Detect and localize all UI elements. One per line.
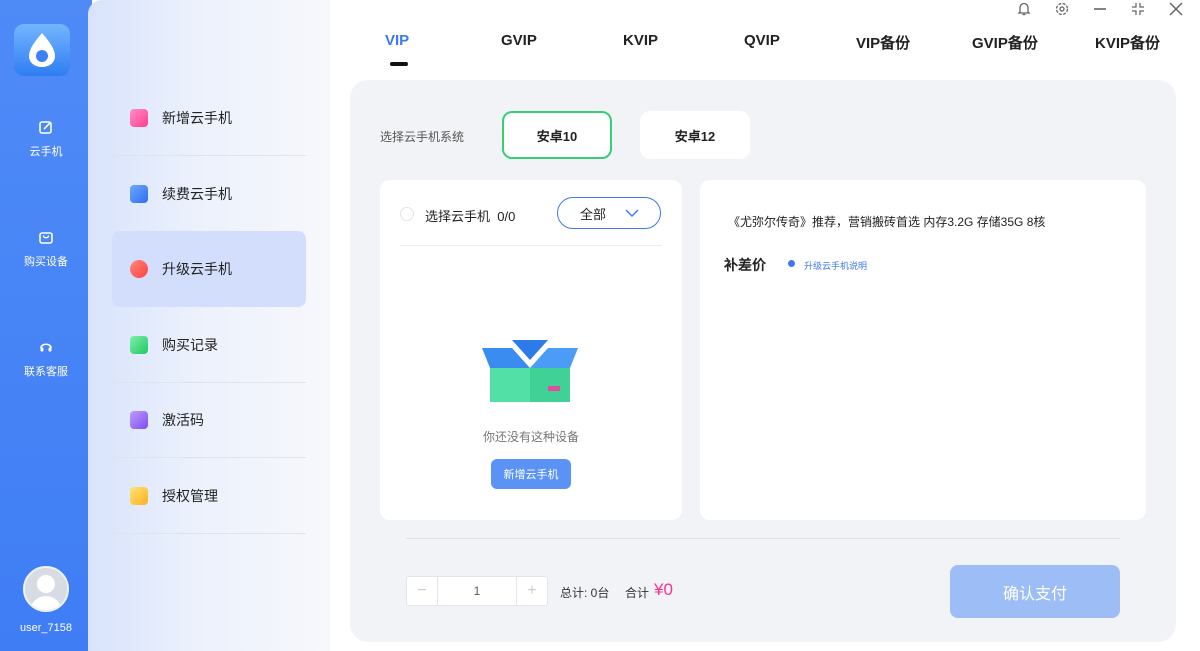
side-menu: 新增云手机 续费云手机 升级云手机 购买记录 激活码 授权管理 — [88, 0, 330, 651]
main-panel: 选择云手机系统 安卓10 安卓12 选择云手机 0/0 全部 你还没有这种设备 … — [350, 80, 1176, 642]
recommend-description: 《尤弥尔传奇》推荐，营销搬砖首选 内存3.2G 存储35G 8核 — [728, 215, 1046, 229]
tab-gvip-backup[interactable]: GVIP备份 — [972, 32, 1038, 53]
rail-item-label: 购买设备 — [24, 256, 68, 268]
tab-vip[interactable]: VIP — [385, 32, 409, 49]
system-option-android10[interactable]: 安卓10 — [502, 111, 612, 159]
menu-item-label: 购买记录 — [162, 337, 218, 353]
rail-item-cloud-phone[interactable]: 云手机 — [0, 119, 92, 159]
bell-icon[interactable] — [1014, 1, 1034, 22]
menu-item-auth-manage[interactable]: 授权管理 — [112, 458, 306, 534]
menu-item-activation-code[interactable]: 激活码 — [112, 382, 306, 458]
select-device-text: 选择云手机 — [425, 209, 491, 224]
app-logo — [14, 24, 70, 76]
menu-item-label: 续费云手机 — [162, 186, 232, 202]
headset-icon — [40, 343, 52, 352]
menu-divider — [112, 533, 306, 534]
rail-item-label: 联系客服 — [24, 366, 68, 378]
menu-item-label: 授权管理 — [162, 488, 218, 504]
menu-item-renew-phone[interactable]: 续费云手机 — [112, 156, 306, 232]
price-diff-label: 补差价 — [724, 257, 766, 273]
rail-item-label: 云手机 — [29, 146, 63, 158]
filter-dropdown[interactable]: 全部 — [557, 197, 661, 229]
quantity-stepper: − 1 + — [406, 576, 548, 606]
total-price: ¥0 — [654, 580, 673, 599]
device-select-card: 选择云手机 0/0 全部 你还没有这种设备 新增云手机 — [380, 180, 682, 520]
empty-state-text: 你还没有这种设备 — [482, 430, 579, 444]
record-icon — [130, 336, 148, 354]
tab-kvip[interactable]: KVIP — [623, 32, 658, 49]
quantity-value[interactable]: 1 — [437, 577, 517, 605]
menu-item-purchase-record[interactable]: 购买记录 — [112, 307, 306, 383]
menu-item-add-phone[interactable]: 新增云手机 — [112, 80, 306, 156]
restore-icon[interactable] — [1128, 1, 1148, 22]
system-label: 选择云手机系统 — [380, 130, 465, 144]
code-icon — [130, 411, 148, 429]
card-divider — [400, 245, 662, 246]
tab-qvip[interactable]: QVIP — [744, 32, 780, 49]
edit-icon — [39, 121, 52, 134]
select-device-count: 0/0 — [497, 209, 516, 224]
tier-tabs: VIP GVIP KVIP QVIP VIP备份 GVIP备份 KVIP备份 — [350, 32, 1180, 72]
upgrade-help-link[interactable]: 升级云手机说明 — [804, 259, 867, 272]
minimize-icon[interactable] — [1090, 1, 1110, 22]
tab-kvip-backup[interactable]: KVIP备份 — [1095, 32, 1160, 53]
close-icon[interactable] — [1166, 1, 1186, 22]
tab-vip-backup[interactable]: VIP备份 — [856, 32, 910, 53]
menu-item-label: 激活码 — [162, 412, 204, 428]
menu-item-label: 新增云手机 — [162, 110, 232, 126]
add-phone-icon — [130, 109, 148, 127]
sum-label: 合计 — [625, 586, 650, 600]
active-tab-indicator — [390, 62, 408, 66]
rail-item-support[interactable]: 联系客服 — [0, 339, 92, 379]
add-phone-button[interactable]: 新增云手机 — [491, 459, 571, 489]
menu-item-upgrade-phone[interactable]: 升级云手机 — [112, 231, 306, 307]
menu-item-label: 升级云手机 — [162, 261, 232, 277]
app-rail: 云手机 购买设备 联系客服 user_7158 — [0, 0, 92, 651]
renew-icon — [130, 185, 148, 203]
total-count: 总计: 0台 — [560, 586, 610, 600]
info-icon — [788, 260, 795, 267]
decrement-button[interactable]: − — [407, 577, 437, 605]
rail-item-buy-device[interactable]: 购买设备 — [0, 229, 92, 269]
select-all-radio[interactable] — [400, 207, 414, 221]
bag-icon — [39, 232, 53, 244]
upgrade-info-card: 《尤弥尔传奇》推荐，营销搬砖首选 内存3.2G 存储35G 8核 补差价 升级云… — [700, 180, 1146, 520]
gear-icon[interactable] — [1052, 1, 1072, 22]
auth-icon — [130, 487, 148, 505]
upgrade-icon — [130, 260, 148, 278]
chevron-down-icon — [625, 209, 639, 217]
user-profile[interactable]: user_7158 — [0, 566, 92, 634]
tab-gvip[interactable]: GVIP — [501, 32, 537, 49]
username: user_7158 — [20, 622, 72, 634]
filter-value: 全部 — [580, 206, 607, 222]
confirm-pay-button[interactable]: 确认支付 — [950, 565, 1120, 618]
avatar[interactable] — [23, 566, 69, 612]
select-device-label: 选择云手机 0/0 — [425, 206, 515, 225]
increment-button[interactable]: + — [517, 577, 547, 605]
empty-box-icon — [482, 340, 578, 402]
system-option-android12[interactable]: 安卓12 — [640, 111, 750, 159]
window-controls — [1014, 0, 1186, 22]
footer-divider — [406, 538, 1120, 539]
